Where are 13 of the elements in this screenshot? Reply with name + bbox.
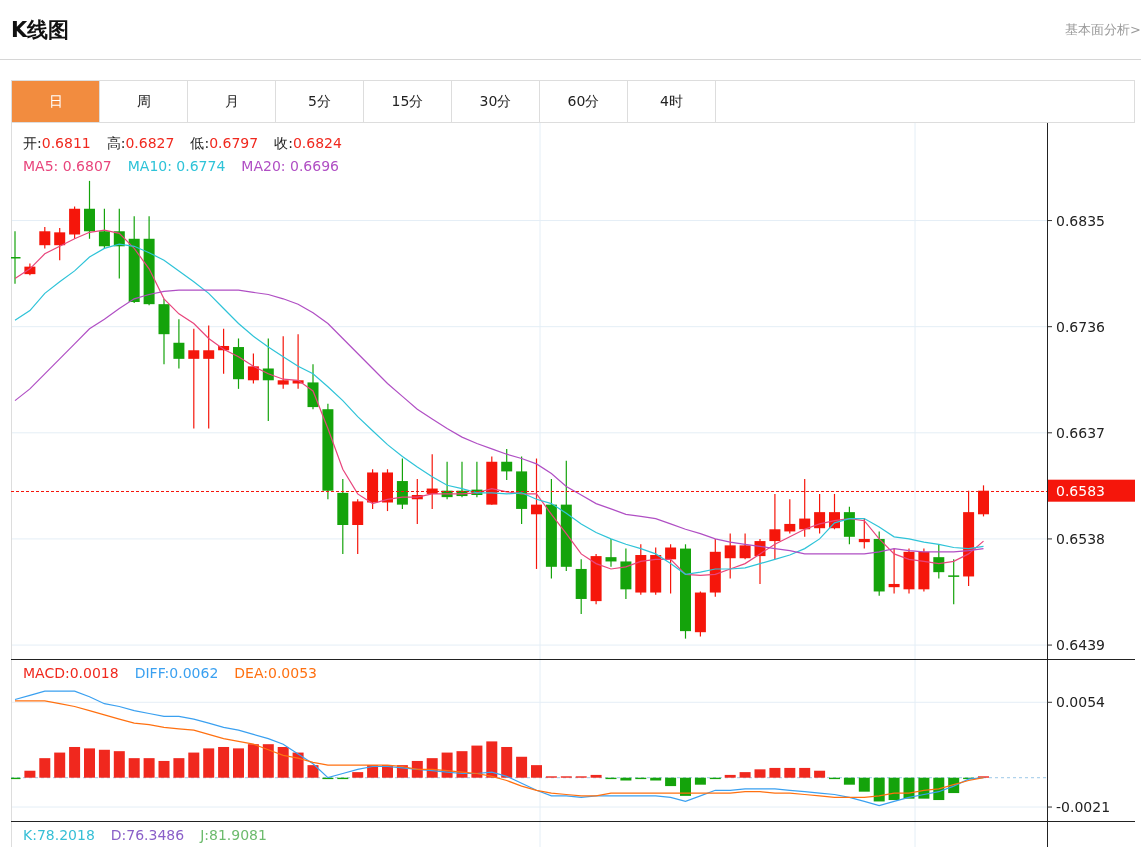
- ohlc-readout: 开:0.6811 高:0.6827 低:0.6797 收:0.6824: [23, 135, 342, 151]
- page-title: K线图: [11, 16, 70, 44]
- axis-label: 0.6439: [1056, 637, 1105, 654]
- axis-label: 0.6637: [1056, 424, 1105, 441]
- axis-label: 0.6538: [1056, 530, 1105, 547]
- kdj-readout: K:78.2018 D:76.3486 J:81.9081: [23, 827, 267, 843]
- axis-label: 0.6736: [1056, 318, 1105, 335]
- last-price-label: 0.6583: [1056, 482, 1105, 499]
- moving-average-readout: MA5: 0.6807 MA10: 0.6774 MA20: 0.6696: [23, 158, 339, 174]
- macd-readout: MACD:0.0018 DIFF:0.0062 DEA:0.0053: [23, 665, 317, 681]
- axis-label: 0.0054: [1056, 694, 1105, 711]
- axis-label: 0.6835: [1056, 212, 1105, 229]
- axis-label: -0.0021: [1056, 799, 1111, 816]
